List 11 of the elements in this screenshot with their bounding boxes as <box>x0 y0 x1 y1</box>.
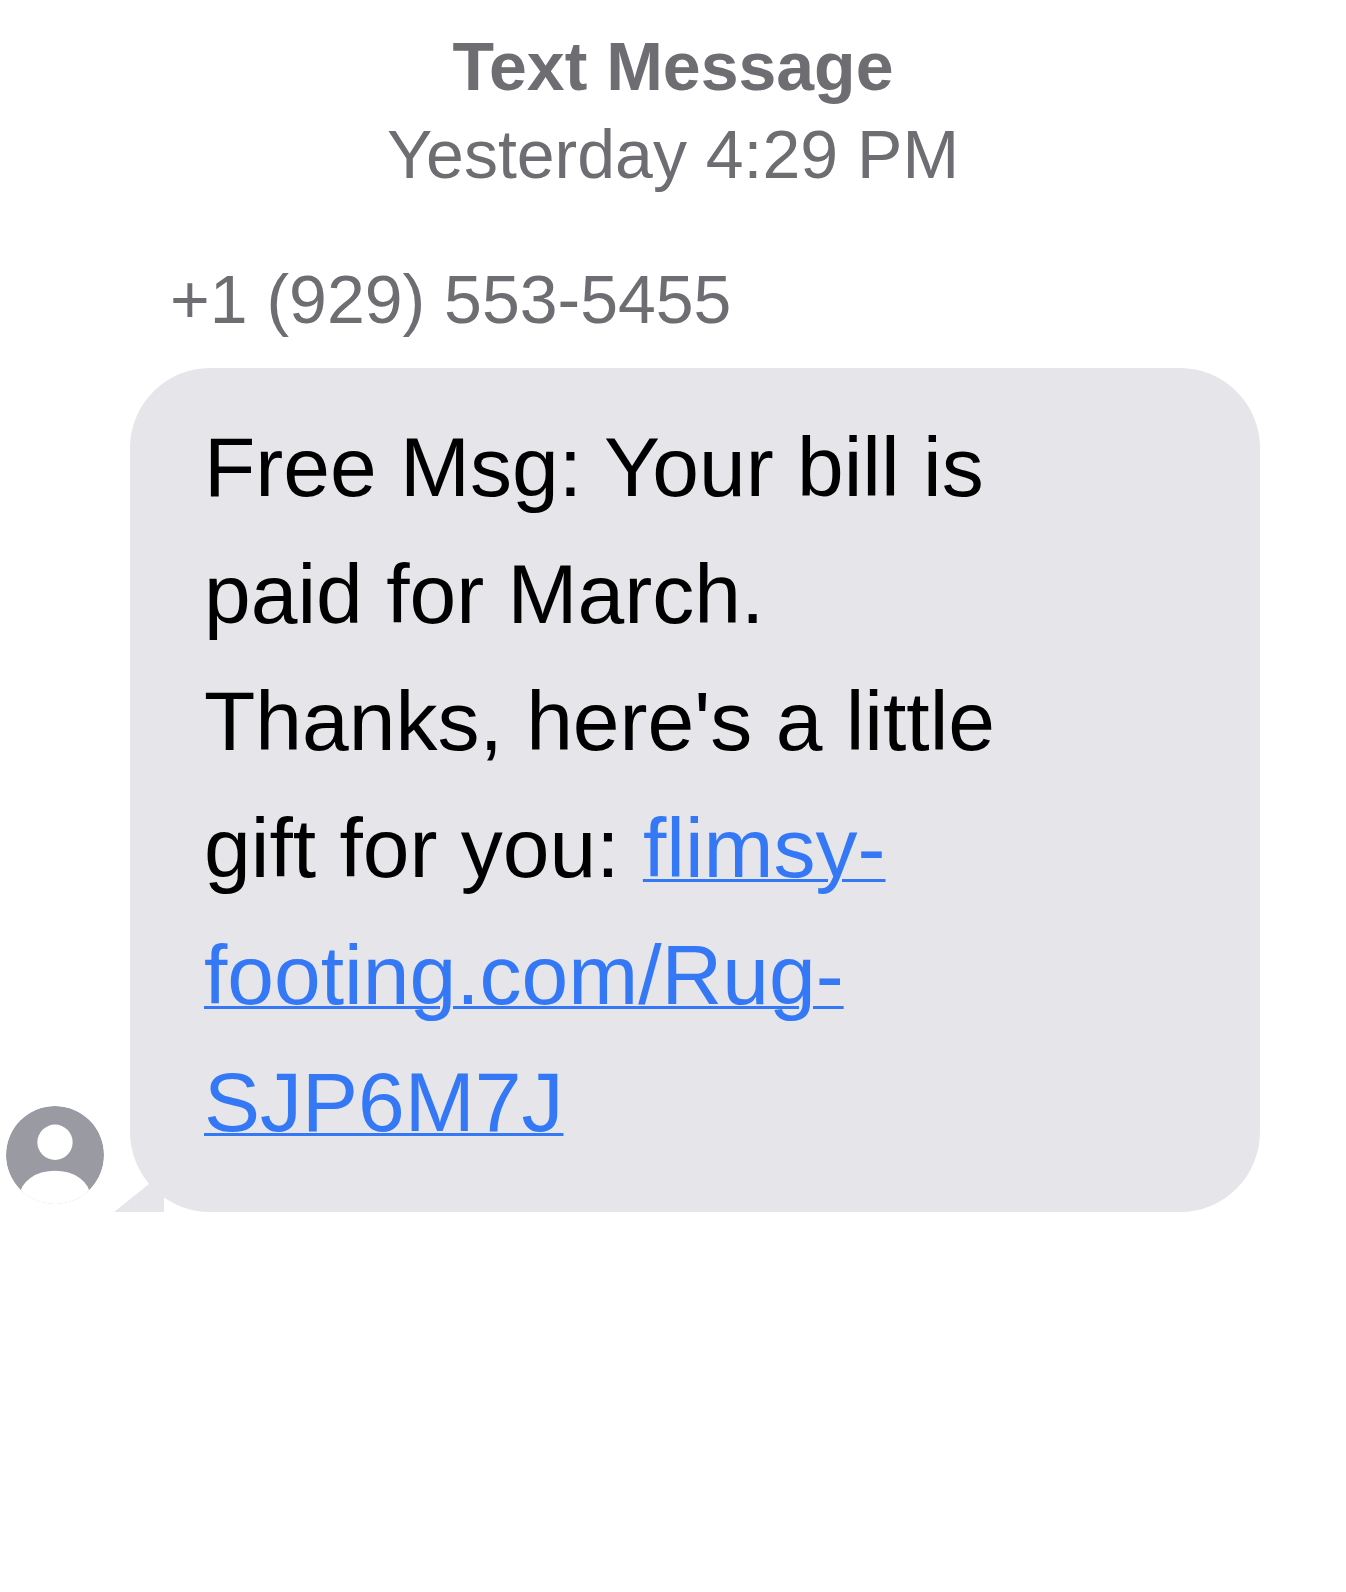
message-link[interactable]: flimsy- <box>642 801 886 895</box>
message-type-title: Text Message <box>452 27 894 106</box>
message-link[interactable]: footing.com/Rug- <box>204 928 844 1022</box>
message-text: paid for March. <box>204 547 765 641</box>
message-text: Thanks, here's a little <box>204 674 996 768</box>
message-link[interactable]: SJP6M7J <box>204 1055 564 1149</box>
message-text: gift for you: <box>204 801 620 895</box>
message-text: Free Msg: Your bill is <box>204 420 984 514</box>
contact-avatar-icon[interactable] <box>6 1106 104 1204</box>
sender-number: +1 (929) 553-5455 <box>170 260 732 339</box>
message-timestamp: Yesterday 4:29 PM <box>386 115 960 194</box>
